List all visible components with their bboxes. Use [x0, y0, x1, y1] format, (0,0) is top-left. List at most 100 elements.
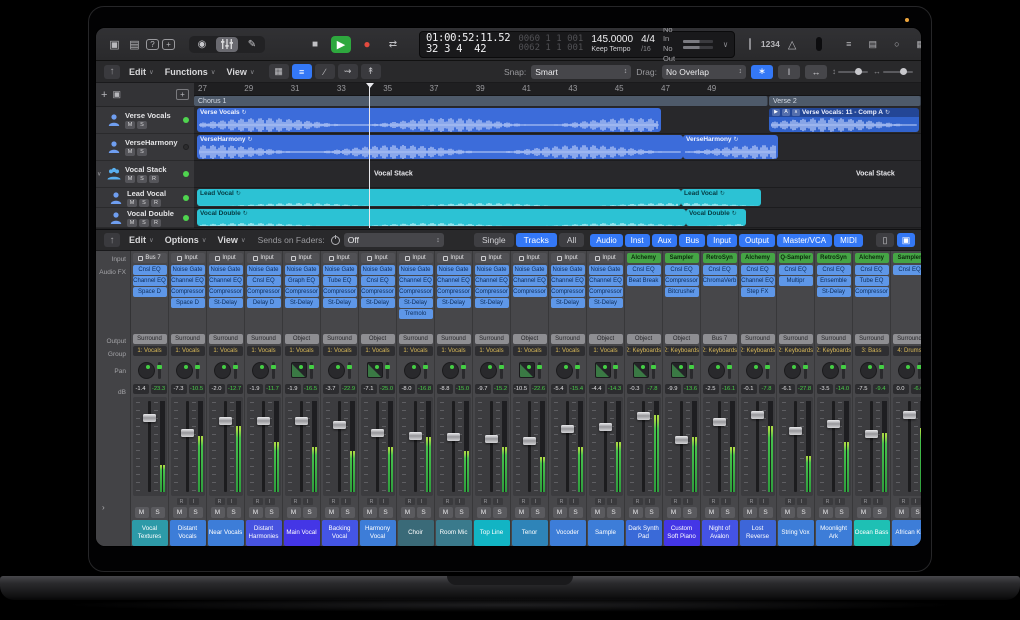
input-slot[interactable]: Input [171, 253, 205, 263]
fx-slot-noise-gate[interactable]: Noise Gate [551, 265, 585, 275]
instrument-slot[interactable]: Sampler [665, 253, 699, 263]
strip-name[interactable]: Night of Avalon [702, 520, 738, 546]
strip-name[interactable]: Main Vocal [284, 520, 320, 546]
channel-strip-room-mic[interactable]: InputNoise GateChannel EQCompressorSt-De… [435, 251, 473, 546]
strip-name[interactable]: Ocean Bass [854, 520, 890, 546]
filter-inst[interactable]: Inst [625, 234, 650, 247]
pan-knob[interactable] [404, 362, 421, 379]
solo-button[interactable]: S [797, 507, 811, 518]
group-slot[interactable]: 3: Bass [855, 346, 889, 356]
fx-slot-st-delay[interactable]: St-Delay [399, 298, 433, 308]
input-monitor-button[interactable]: I [759, 498, 769, 505]
input-slot[interactable]: Input [361, 253, 395, 263]
object-pan-pad[interactable] [519, 362, 535, 378]
fx-slot-space-d[interactable]: Space D [133, 287, 167, 297]
solo-button[interactable]: S [303, 507, 317, 518]
fader-cap[interactable] [903, 411, 916, 419]
peak-value[interactable]: -16.8 [417, 384, 433, 394]
volume-fader[interactable] [437, 397, 471, 496]
fx-slot-noise-gate[interactable]: Noise Gate [437, 265, 471, 275]
sends-area[interactable] [741, 321, 775, 334]
fader-cap[interactable] [865, 430, 878, 438]
peak-value[interactable]: -12.7 [227, 384, 243, 394]
fader-cap[interactable] [257, 417, 270, 425]
output-slot[interactable]: Surround [893, 334, 922, 344]
fx-slot-cnsl-eq[interactable]: Cnsl EQ [361, 276, 395, 286]
solo-button[interactable]: S [645, 507, 659, 518]
count-in-button[interactable]: 1234 [761, 39, 780, 49]
sends-area[interactable] [133, 321, 167, 334]
solo-button[interactable]: S [493, 507, 507, 518]
volume-fader[interactable] [741, 397, 775, 496]
marker-bar[interactable]: Chorus 1Verse 2 [194, 96, 921, 107]
solo-button[interactable]: S [607, 507, 621, 518]
peak-value[interactable]: -22.6 [531, 384, 547, 394]
object-pan-pad[interactable] [671, 362, 687, 378]
volume-value[interactable]: -7.5 [855, 384, 871, 394]
volume-fader[interactable] [855, 397, 889, 496]
fx-slot-graph-eq[interactable]: Graph EQ [285, 276, 319, 286]
fx-slot-channel-eq[interactable]: Channel EQ [209, 276, 243, 286]
track-header-verseharmony[interactable]: VerseHarmonyMS [96, 134, 194, 161]
track-header-lead-vocal[interactable]: Lead VocalMSR [96, 188, 194, 208]
bar-ruler[interactable]: 272931333537394143454749 [194, 83, 921, 96]
record-enable-button[interactable]: R [253, 498, 263, 505]
quick-help-icon[interactable]: ? [146, 39, 159, 50]
record-enable-button[interactable]: R [405, 498, 415, 505]
fx-slot-channel-eq[interactable]: Channel EQ [551, 276, 585, 286]
fx-slot-st-delay[interactable]: St-Delay [475, 298, 509, 308]
sends-area[interactable] [589, 321, 623, 334]
track-lane-2[interactable]: VerseHarmony↻VerseHarmony↻ [194, 134, 921, 161]
input-slot[interactable]: Input [247, 253, 281, 263]
fx-slot-cnsl-eq[interactable]: Cnsl EQ [133, 265, 167, 275]
output-slot[interactable]: Surround [323, 334, 357, 344]
mute-button[interactable]: M [553, 507, 567, 518]
mute-button[interactable]: M [135, 507, 149, 518]
input-monitor-button[interactable]: I [835, 498, 845, 505]
input-monitor-button[interactable]: I [303, 498, 313, 505]
instrument-slot[interactable]: Alchemy [627, 253, 661, 263]
fx-slot-noise-gate[interactable]: Noise Gate [361, 265, 395, 275]
group-slot[interactable]: 1: Vocals [133, 346, 167, 356]
region-verse-vocals-11-comp-a[interactable]: ▶A∧Verse Vocals: 11 - Comp A↻ [769, 108, 919, 132]
filter-input[interactable]: Input [707, 234, 737, 247]
input-slot[interactable]: Input [437, 253, 471, 263]
lcd-mode-chevron-icon[interactable]: ∨ [723, 40, 728, 49]
volume-value[interactable]: -0.1 [741, 384, 757, 394]
arrangement-marker-chorus-1[interactable]: Chorus 1 [194, 96, 768, 106]
pan-spread-slider[interactable] [272, 362, 275, 379]
mute-button[interactable]: M [249, 507, 263, 518]
fx-slot-compressor[interactable]: Compressor [399, 287, 433, 297]
channel-strip-main-vocal[interactable]: InputNoise GateGraph EQCompressorSt-Dela… [283, 251, 321, 546]
mute-button[interactable]: M [629, 507, 643, 518]
input-monitor-button[interactable]: I [493, 498, 503, 505]
peak-value[interactable]: -11.7 [265, 384, 281, 394]
view-mode-tracks[interactable]: Tracks [516, 233, 557, 247]
channel-strip-night-of-avalon[interactable]: RetroSynCnsl EQChromaVerbBus 72: Keyboar… [701, 251, 739, 546]
volume-value[interactable]: -3.5 [817, 384, 833, 394]
instrument-slot[interactable]: Q-Sampler [779, 253, 813, 263]
menu-functions[interactable]: Functions [165, 67, 208, 77]
marquee-tool-icon[interactable]: I [778, 65, 800, 79]
back-icon[interactable]: ↑ [104, 65, 120, 79]
fx-slot-bitcrusher[interactable]: Bitcrusher [665, 287, 699, 297]
take-flatten-icon[interactable]: ∧ [792, 109, 800, 116]
output-slot[interactable]: Surround [779, 334, 813, 344]
channel-strip-string-vox[interactable]: Q-SamplerCnsl EQMultiprSurround2: Keyboa… [777, 251, 815, 546]
new-track-icon[interactable]: + [176, 89, 189, 100]
output-slot[interactable]: Surround [551, 334, 585, 344]
fx-slot-noise-gate[interactable]: Noise Gate [399, 265, 433, 275]
instrument-slot[interactable]: Alchemy [741, 253, 775, 263]
fx-slot-space-d[interactable]: Space D [171, 298, 205, 308]
volume-fader[interactable] [285, 397, 319, 496]
strip-name[interactable]: Top Line [474, 520, 510, 546]
volume-value[interactable]: -1.9 [285, 384, 301, 394]
peak-value[interactable]: -15.0 [455, 384, 471, 394]
fx-slot-noise-gate[interactable]: Noise Gate [513, 265, 547, 275]
pan-spread-slider[interactable] [576, 362, 579, 379]
output-slot[interactable]: Surround [247, 334, 281, 344]
channel-strip-vocal-textures[interactable]: Bus 7Cnsl EQChannel EQSpace DSurround1: … [131, 251, 169, 546]
track-lane-1[interactable]: Verse Vocals↻▶A∧Verse Vocals: 11 - Comp … [194, 107, 921, 134]
group-slot[interactable]: 1: Vocals [399, 346, 433, 356]
group-slot[interactable]: 1: Vocals [589, 346, 623, 356]
